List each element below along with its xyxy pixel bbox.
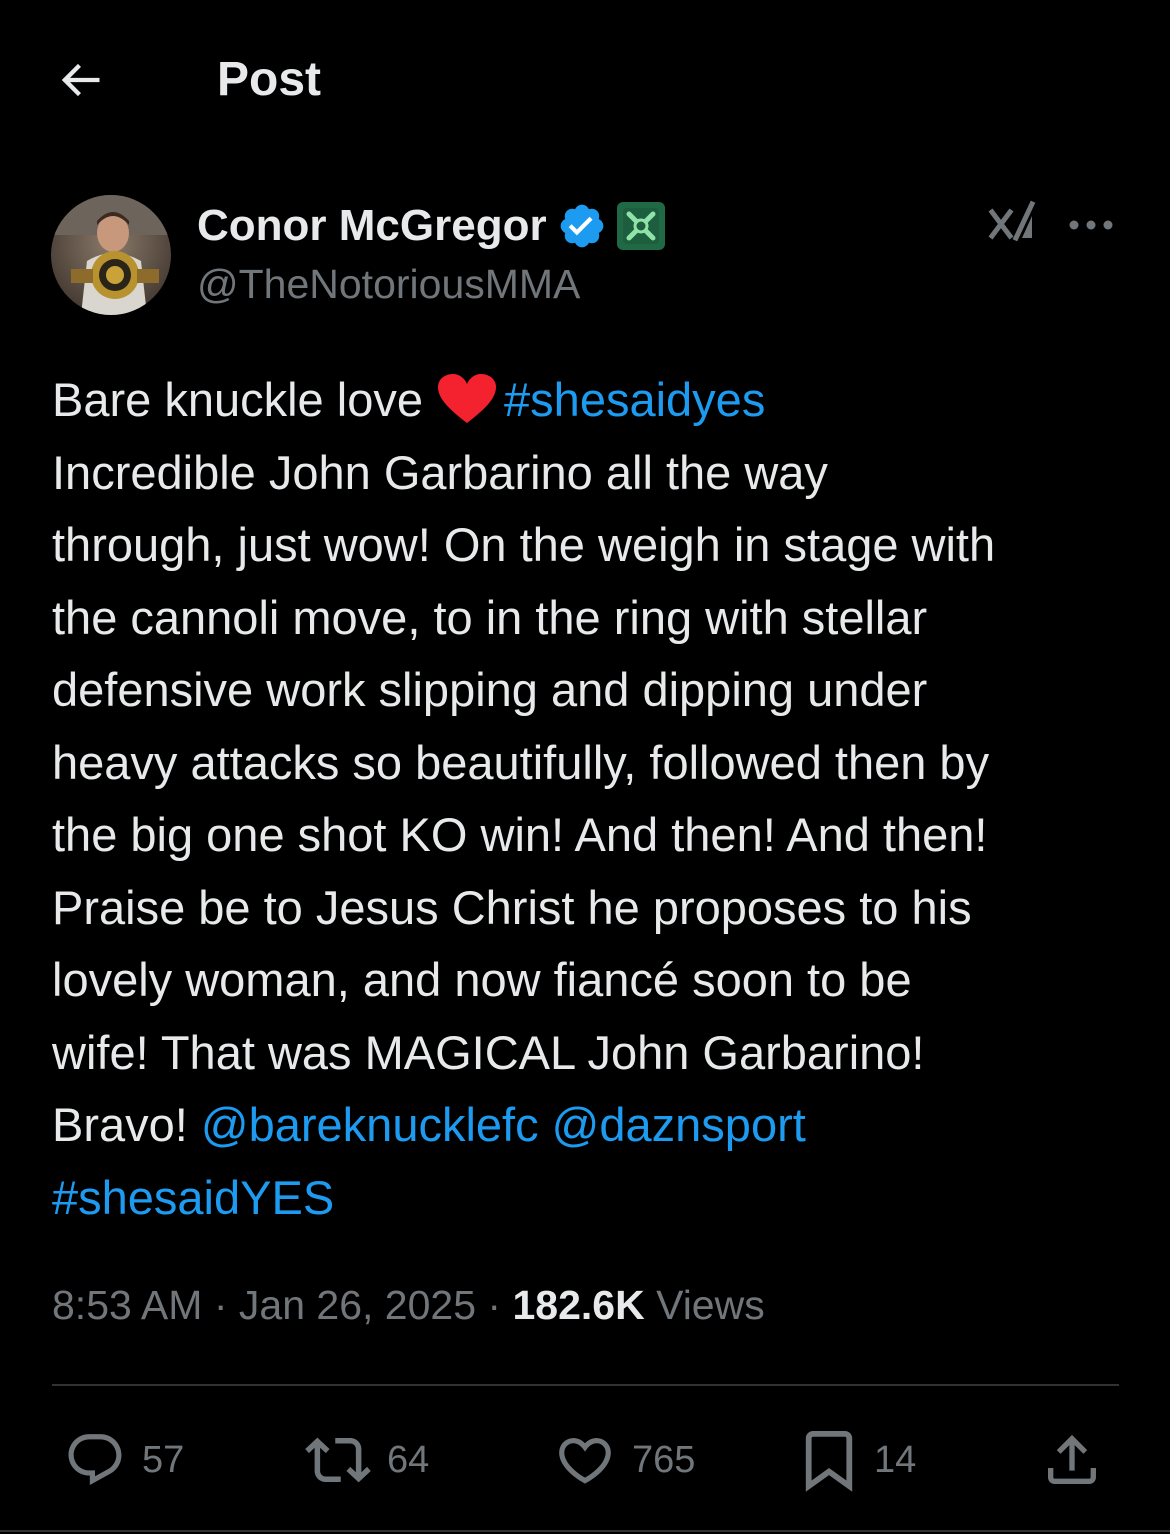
back-button[interactable] (50, 50, 110, 110)
hashtag-link[interactable]: #shesaidyes (504, 373, 765, 426)
more-button[interactable] (1061, 205, 1121, 245)
tweet-line: the big one shot KO win! And then! And t… (52, 808, 988, 861)
repost-count: 64 (387, 1439, 430, 1481)
share-button[interactable] (1040, 1420, 1104, 1500)
post-meta: 8:53 AM · Jan 26, 2025 · 182.6K Views (52, 1278, 765, 1332)
handle[interactable]: @TheNotoriousMMA (197, 257, 580, 311)
grok-icon (988, 200, 1036, 242)
mention-link[interactable]: @daznsport (552, 1098, 806, 1151)
tweet-text-segment: Bare knuckle love (52, 373, 423, 426)
bottom-divider (0, 1530, 1170, 1532)
reply-icon (68, 1434, 122, 1486)
repost-icon (305, 1437, 371, 1483)
hashtag-link[interactable]: #shesaidYES (52, 1171, 334, 1224)
share-icon (1048, 1434, 1096, 1484)
affiliate-badge-icon[interactable] (616, 202, 665, 250)
repost-button[interactable]: 64 (305, 1420, 429, 1500)
reply-button[interactable]: 57 (64, 1420, 184, 1500)
post-time[interactable]: 8:53 AM (52, 1282, 202, 1328)
tweet-text-segment: Bravo! (52, 1098, 188, 1151)
views-label: Views (656, 1282, 765, 1328)
action-bar: 57 64 765 14 (0, 1420, 1170, 1500)
like-count: 765 (632, 1439, 696, 1481)
page-title: Post (217, 53, 322, 106)
tweet-line: through, just wow! On the weigh in stage… (52, 518, 996, 571)
tweet-line: Bare knuckle love #shesaidyes (52, 364, 1142, 437)
tweet-line: #shesaidYES (52, 1162, 1142, 1235)
tweet-line: lovely woman, and now fiancé soon to be (52, 953, 912, 1006)
author-row: Conor McGregor @TheNotoriousMMA (51, 195, 1121, 320)
grok-button[interactable] (985, 197, 1039, 251)
like-button[interactable]: 765 (554, 1420, 695, 1500)
views-count: 182.6K (512, 1282, 645, 1328)
tweet-text: Bare knuckle love #shesaidyes Incredible… (52, 364, 1142, 1234)
avatar-image (51, 195, 171, 315)
top-bar: Post (0, 0, 1170, 160)
tweet-line: defensive work slipping and dipping unde… (52, 663, 928, 716)
bookmark-button[interactable]: 14 (800, 1420, 916, 1500)
verified-badge-icon[interactable] (557, 201, 607, 251)
like-icon (559, 1438, 611, 1484)
more-icon (1069, 220, 1113, 230)
mention-link[interactable]: @bareknucklefc (201, 1098, 539, 1151)
heart-emoji-icon (438, 374, 497, 423)
bookmark-icon (805, 1431, 853, 1492)
tweet-line: the cannoli move, to in the ring with st… (52, 590, 928, 644)
meta-separator: · (487, 1282, 502, 1328)
avatar[interactable] (51, 195, 171, 315)
tweet-line: heavy attacks so beautifully, followed t… (52, 735, 990, 789)
reply-count: 57 (142, 1439, 185, 1481)
meta-separator: · (213, 1282, 228, 1328)
tweet-line: wife! That was MAGICAL John Garbarino! (52, 1025, 925, 1079)
tweet-line: Bravo! @bareknucklefc @daznsport (52, 1089, 1142, 1162)
divider (52, 1384, 1119, 1386)
tweet-line: Praise be to Jesus Christ he proposes to… (52, 880, 972, 934)
bookmark-count: 14 (874, 1439, 917, 1481)
back-arrow-icon (61, 63, 100, 97)
name-row: Conor McGregor (197, 199, 665, 253)
post-date[interactable]: Jan 26, 2025 (239, 1282, 476, 1328)
display-name[interactable]: Conor McGregor (197, 199, 547, 253)
tweet-line: Incredible John Garbarino all the way (52, 445, 828, 499)
